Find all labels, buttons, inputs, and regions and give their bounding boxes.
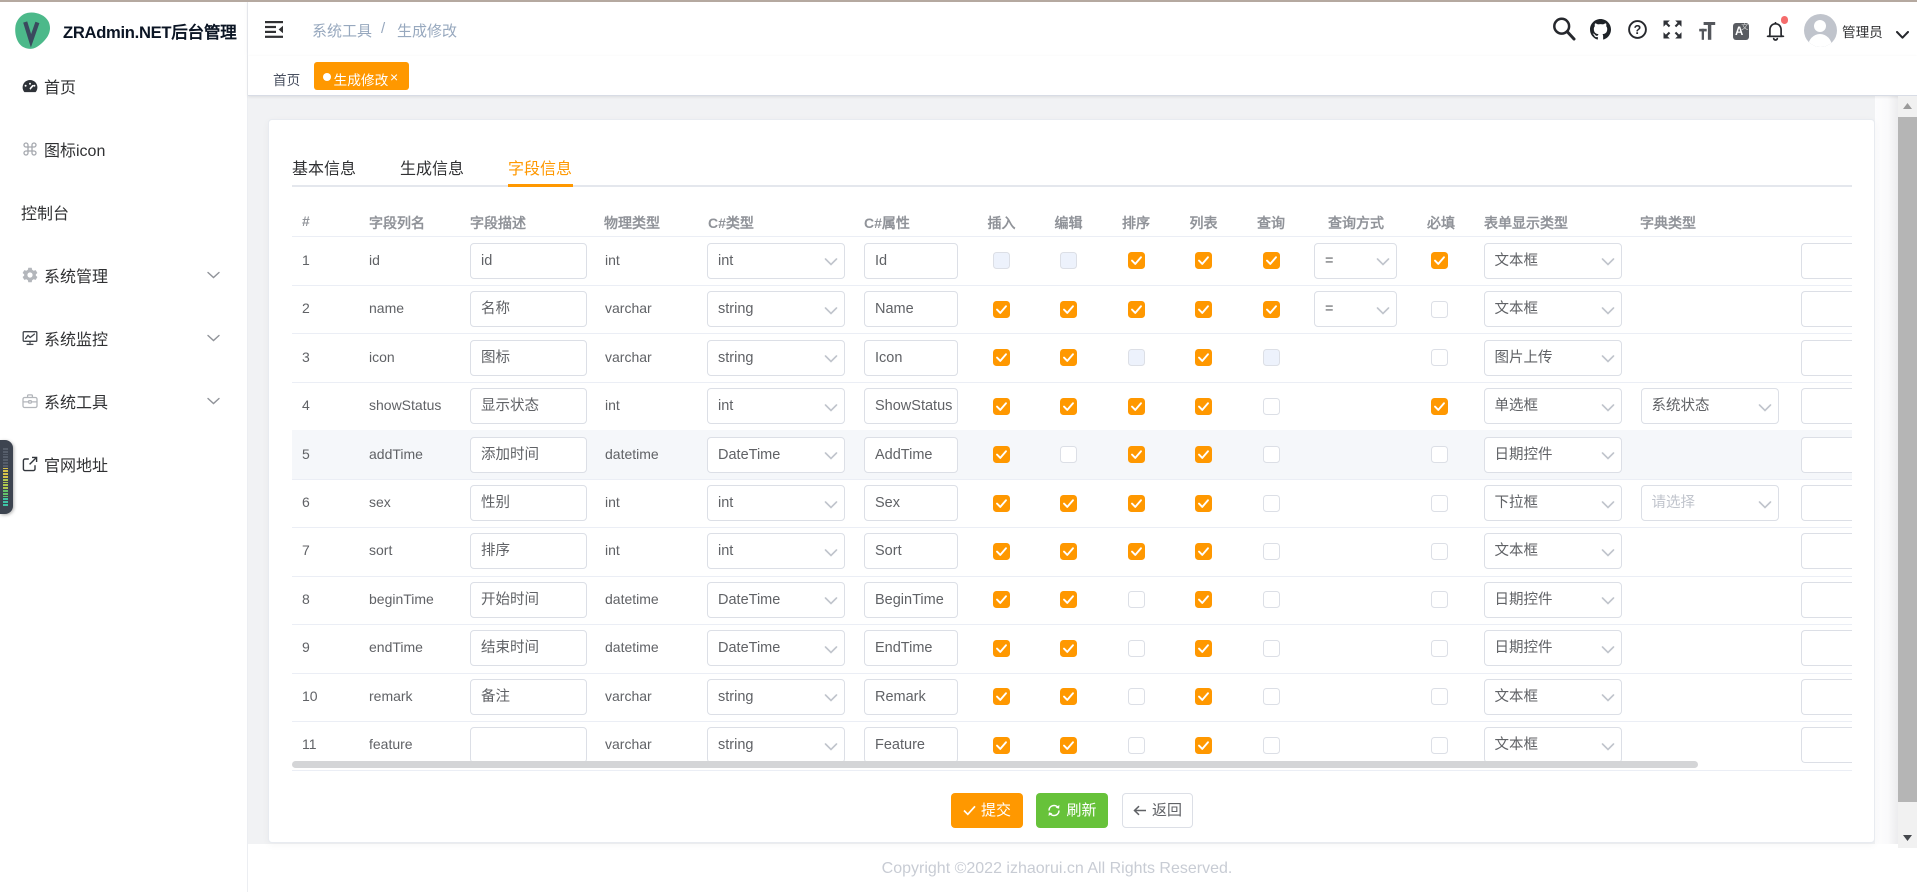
svg-text:?: ? bbox=[1633, 23, 1641, 37]
